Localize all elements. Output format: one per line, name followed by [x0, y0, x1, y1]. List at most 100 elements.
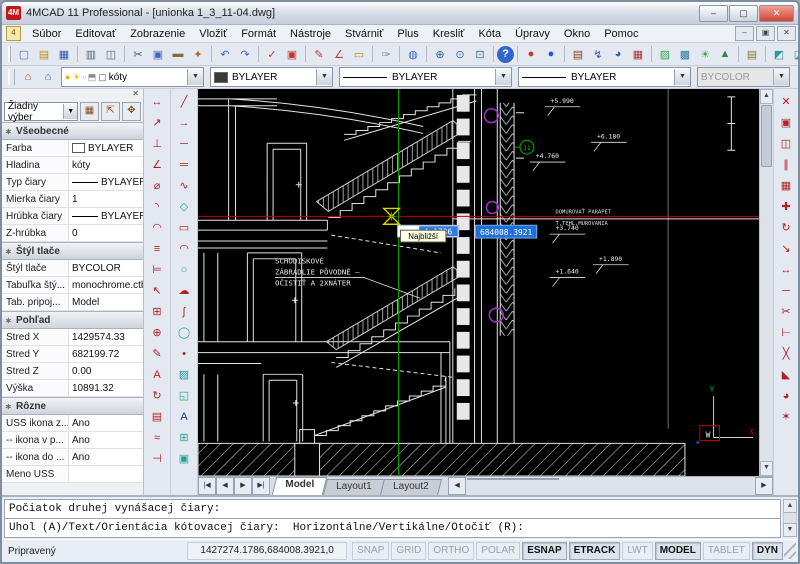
- ruler-icon[interactable]: ▭: [349, 45, 369, 64]
- tab-layout1[interactable]: Layout1: [323, 479, 385, 495]
- open-icon[interactable]: ▤: [34, 45, 54, 64]
- tab-prev-icon[interactable]: ◀: [216, 477, 234, 495]
- quick-dimension-icon[interactable]: ≈: [147, 428, 167, 447]
- sun-tool-icon[interactable]: ☀: [695, 45, 715, 64]
- diameter-dimension-icon[interactable]: ⌀: [147, 176, 167, 195]
- radius-dimension-icon[interactable]: ◝: [147, 197, 167, 216]
- angle-measure-icon[interactable]: ∠: [329, 45, 349, 64]
- linear-dimension-icon[interactable]: ↔: [147, 92, 167, 111]
- dimension-break-icon[interactable]: ⊣: [147, 449, 167, 468]
- hatch-icon[interactable]: ▨: [174, 365, 194, 384]
- sketch-pen-icon[interactable]: ✑: [376, 45, 396, 64]
- property-value[interactable]: 1: [69, 194, 143, 205]
- menu-okno[interactable]: Okno: [557, 27, 597, 41]
- dimension-update-icon[interactable]: ↻: [147, 386, 167, 405]
- scroll-down-icon[interactable]: ▼: [760, 461, 773, 476]
- property-value[interactable]: Áno: [69, 435, 143, 446]
- selection-combo[interactable]: Žiadny výber ▼: [4, 102, 78, 121]
- coordinate-display[interactable]: 1427274.1786,684008.3921,0: [187, 542, 347, 560]
- clear-selection-button[interactable]: ✥: [122, 102, 141, 121]
- scroll-up-icon[interactable]: ▲: [783, 499, 797, 513]
- menu-nastroje[interactable]: Nástroje: [283, 27, 338, 41]
- ray-icon[interactable]: →: [174, 113, 194, 132]
- undo-icon[interactable]: ↶: [215, 45, 235, 64]
- menu-editovat[interactable]: Editovať: [68, 27, 123, 41]
- construction-line-icon[interactable]: ─: [174, 134, 194, 153]
- section-header[interactable]: ∗Pohľad: [2, 311, 143, 329]
- property-value[interactable]: BYCOLOR: [69, 263, 143, 274]
- menu-plus[interactable]: Plus: [390, 27, 425, 41]
- layer-combo[interactable]: ● ☀ ▫ ⬒ ▢ kóty ▼: [61, 67, 204, 87]
- array-icon[interactable]: ▦: [776, 176, 796, 195]
- menu-pomoc[interactable]: Pomoc: [597, 27, 645, 41]
- scale-icon[interactable]: ↘: [776, 239, 796, 258]
- redo-icon[interactable]: ↷: [235, 45, 255, 64]
- layer-color-swatch[interactable]: ▢: [98, 72, 107, 83]
- property-value[interactable]: 1429574.33: [69, 332, 143, 343]
- menu-kota[interactable]: Kóta: [471, 27, 508, 41]
- fillet-icon[interactable]: ◕: [776, 386, 796, 405]
- tab-first-icon[interactable]: |◀: [198, 477, 216, 495]
- property-value[interactable]: monochrome.ctb: [69, 280, 143, 291]
- tab-last-icon[interactable]: ▶|: [252, 477, 270, 495]
- collapse-icon[interactable]: ∗: [5, 127, 12, 136]
- minimize-button[interactable]: –: [699, 5, 728, 22]
- copy-icon[interactable]: ▣: [148, 45, 168, 64]
- toggle-lwt[interactable]: LWT: [622, 542, 652, 560]
- quick-select-button[interactable]: ▦: [80, 102, 99, 121]
- menu-subor[interactable]: Súbor: [25, 27, 68, 41]
- help-icon[interactable]: ?: [497, 46, 514, 63]
- ellipse-icon[interactable]: ◯: [174, 323, 194, 342]
- scroll-thumb[interactable]: [761, 105, 772, 167]
- tab-layout2[interactable]: Layout2: [380, 479, 442, 495]
- erase-icon[interactable]: ✕: [776, 92, 796, 111]
- collapse-icon[interactable]: ∗: [5, 316, 12, 325]
- cut-icon[interactable]: ✂: [128, 45, 148, 64]
- multiline-icon[interactable]: ═: [174, 155, 194, 174]
- chevron-down-icon[interactable]: ▼: [316, 69, 332, 85]
- toggle-polar[interactable]: POLAR: [476, 542, 520, 560]
- toolbar-grip[interactable]: [8, 69, 15, 85]
- spelling-icon[interactable]: ✓: [262, 45, 282, 64]
- lineweight-combo[interactable]: BYLAYER ▼: [518, 67, 691, 87]
- arc-icon[interactable]: ◠: [174, 239, 194, 258]
- view-ne-icon[interactable]: ◩: [769, 45, 789, 64]
- lengthen-icon[interactable]: ─: [776, 281, 796, 300]
- image-insert-icon[interactable]: ▨: [655, 45, 675, 64]
- property-value[interactable]: BYLAYER: [69, 177, 143, 188]
- bulb-icon[interactable]: ●: [65, 72, 70, 82]
- region-icon[interactable]: ◱: [174, 386, 194, 405]
- toolbar-grip[interactable]: [8, 46, 11, 62]
- dimension-text-edit-icon[interactable]: A: [147, 365, 167, 384]
- view-sw-icon[interactable]: ◪: [789, 45, 800, 64]
- center-mark-icon[interactable]: ⊕: [147, 323, 167, 342]
- property-value[interactable]: 682199.72: [69, 349, 143, 360]
- toggle-dyn[interactable]: DYN: [752, 542, 783, 560]
- property-value[interactable]: kóty: [69, 160, 143, 171]
- render-ball-blue-icon[interactable]: ●: [541, 45, 561, 64]
- save-icon[interactable]: ▦: [54, 45, 74, 64]
- polyline-icon[interactable]: ∿: [174, 176, 194, 195]
- chevron-down-icon[interactable]: ▼: [495, 69, 511, 85]
- scroll-thumb[interactable]: [467, 478, 559, 480]
- toggle-snap[interactable]: SNAP: [352, 542, 389, 560]
- copy-object-icon[interactable]: ▣: [776, 113, 796, 132]
- menu-format[interactable]: Formát: [234, 27, 283, 41]
- line-icon[interactable]: ╱: [174, 92, 194, 111]
- property-value[interactable]: BYLAYER: [69, 143, 143, 154]
- vertical-scrollbar[interactable]: ▲ ▼: [759, 89, 773, 476]
- break-icon[interactable]: ╳: [776, 344, 796, 363]
- lock-icon[interactable]: ⬒: [88, 72, 97, 83]
- revision-cloud-icon[interactable]: ☁: [174, 281, 194, 300]
- insert-block-icon[interactable]: ▣: [174, 449, 194, 468]
- resize-grip[interactable]: [784, 543, 796, 559]
- move-icon[interactable]: ✚: [776, 197, 796, 216]
- extend-icon[interactable]: ⊢: [776, 323, 796, 342]
- tolerance-icon[interactable]: ⊞: [147, 302, 167, 321]
- stretch-icon[interactable]: ↔: [776, 260, 796, 279]
- window-tool-icon[interactable]: ⌂: [38, 68, 58, 87]
- color-combo[interactable]: BYLAYER ▼: [210, 67, 333, 87]
- publish-folder-icon[interactable]: ▤: [742, 45, 762, 64]
- explode-icon[interactable]: ✶: [776, 407, 796, 426]
- web-browser-icon[interactable]: ◍: [403, 45, 423, 64]
